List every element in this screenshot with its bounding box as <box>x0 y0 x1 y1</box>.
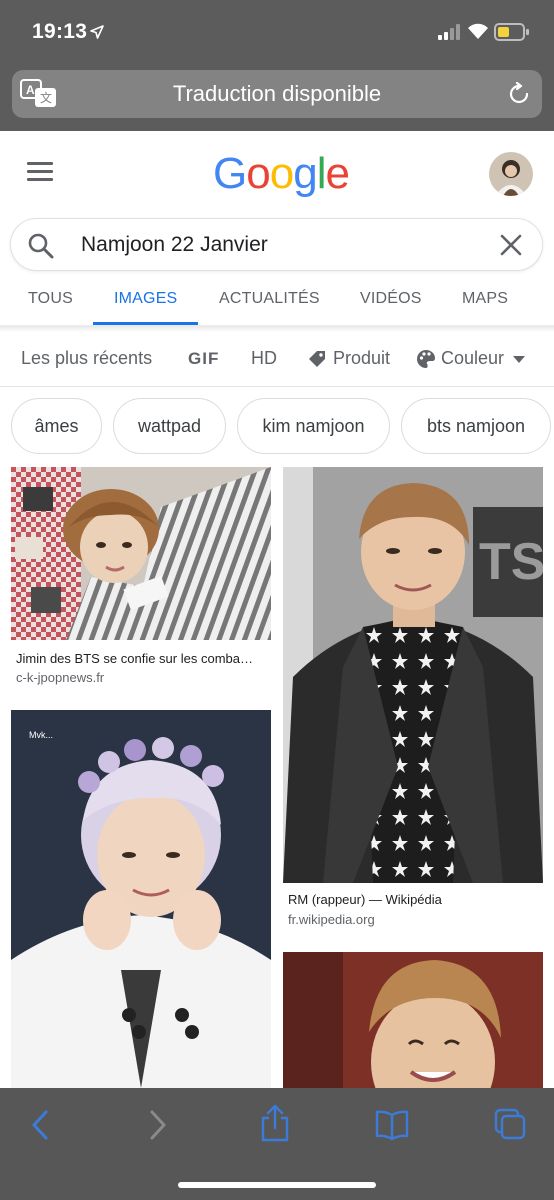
search-box[interactable]: Namjoon 22 Janvier <box>10 218 543 271</box>
logo-letter: o <box>269 149 295 198</box>
hamburger-menu-icon[interactable] <box>27 162 53 182</box>
bookmarks-icon[interactable] <box>375 1110 409 1140</box>
active-tab-indicator <box>93 322 198 325</box>
tab-all[interactable]: TOUS <box>28 290 73 308</box>
result-thumbnail[interactable]: Mvk... <box>11 710 271 1088</box>
home-indicator <box>178 1182 376 1188</box>
tab-videos[interactable]: VIDÉOS <box>360 290 422 308</box>
svg-text:Mvk...: Mvk... <box>29 730 53 740</box>
result-thumbnail[interactable]: TS <box>283 467 543 883</box>
image-result-card[interactable]: Mvk... <box>11 710 271 1088</box>
logo-letter: e <box>325 149 350 198</box>
related-search-chips: âmes wattpad kim namjoon bts namjoon <box>0 396 554 456</box>
reload-icon[interactable] <box>508 82 530 106</box>
palette-icon <box>417 350 435 368</box>
filter-color-label: Couleur <box>441 348 505 368</box>
image-result-card[interactable]: Jimin des BTS se confie sur les comba… c… <box>11 467 271 697</box>
image-result-card[interactable] <box>283 952 543 1088</box>
result-site: fr.wikipedia.org <box>288 912 375 927</box>
result-title[interactable]: Jimin des BTS se confie sur les comba… <box>16 651 268 666</box>
google-logo[interactable]: Google <box>213 149 350 199</box>
svg-text:TS: TS <box>479 533 543 591</box>
chip-kim-namjoon[interactable]: kim namjoon <box>237 398 390 454</box>
image-filters: Les plus récents GIF HD Produit Couleur <box>0 332 554 387</box>
tabs-icon[interactable] <box>494 1108 526 1140</box>
result-title[interactable]: RM (rappeur) — Wikipédia <box>288 892 540 907</box>
battery-icon <box>494 23 529 41</box>
forward-icon[interactable] <box>146 1108 170 1142</box>
safari-top-chrome: 19:13 A 文 Traduction disponible <box>0 0 554 131</box>
result-thumbnail[interactable] <box>11 467 271 640</box>
filter-hd[interactable]: HD <box>251 348 277 369</box>
result-site: c-k-jpopnews.fr <box>16 670 105 685</box>
translation-available-banner[interactable]: Traduction disponible <box>12 81 542 107</box>
result-picture: Mvk... <box>11 710 271 1088</box>
cellular-signal-icon <box>438 24 460 40</box>
search-query[interactable]: Namjoon 22 Janvier <box>81 233 268 257</box>
chip-bts-namjoon[interactable]: bts namjoon <box>401 398 551 454</box>
filter-gif[interactable]: GIF <box>188 349 219 369</box>
search-icon[interactable] <box>27 232 55 260</box>
result-picture: TS <box>283 467 543 883</box>
status-time: 19:13 <box>32 20 88 43</box>
wifi-icon <box>468 23 488 39</box>
location-arrow-icon <box>90 25 104 39</box>
dropdown-arrow-icon <box>513 356 525 363</box>
logo-letter: g <box>293 149 318 198</box>
google-header: Google <box>0 131 554 215</box>
account-avatar[interactable] <box>489 152 533 196</box>
image-result-card[interactable]: TS RM (rappeur) — Wikipédia fr.wikipedia… <box>283 467 543 937</box>
chip-wattpad[interactable]: wattpad <box>113 398 226 454</box>
logo-letter: o <box>246 149 271 198</box>
filter-recent[interactable]: Les plus récents <box>21 348 152 369</box>
tab-news[interactable]: ACTUALITÉS <box>219 290 320 308</box>
share-icon[interactable] <box>260 1104 290 1142</box>
tab-maps[interactable]: MAPS <box>462 290 508 308</box>
clear-search-icon[interactable] <box>500 234 522 256</box>
logo-letter: G <box>213 149 247 198</box>
safari-address-bar[interactable]: A 文 Traduction disponible <box>12 70 542 118</box>
tag-icon <box>309 351 325 367</box>
filter-product-label: Produit <box>333 348 391 368</box>
back-icon[interactable] <box>28 1108 52 1142</box>
result-thumbnail[interactable] <box>283 952 543 1088</box>
search-tabs: TOUS IMAGES ACTUALITÉS VIDÉOS MAPS <box>0 282 554 326</box>
avatar-picture <box>489 152 533 196</box>
tab-images[interactable]: IMAGES <box>114 290 177 308</box>
result-picture <box>11 467 271 640</box>
chip-ames[interactable]: âmes <box>11 398 102 454</box>
result-picture <box>283 952 543 1088</box>
status-bar: 19:13 <box>0 0 554 62</box>
